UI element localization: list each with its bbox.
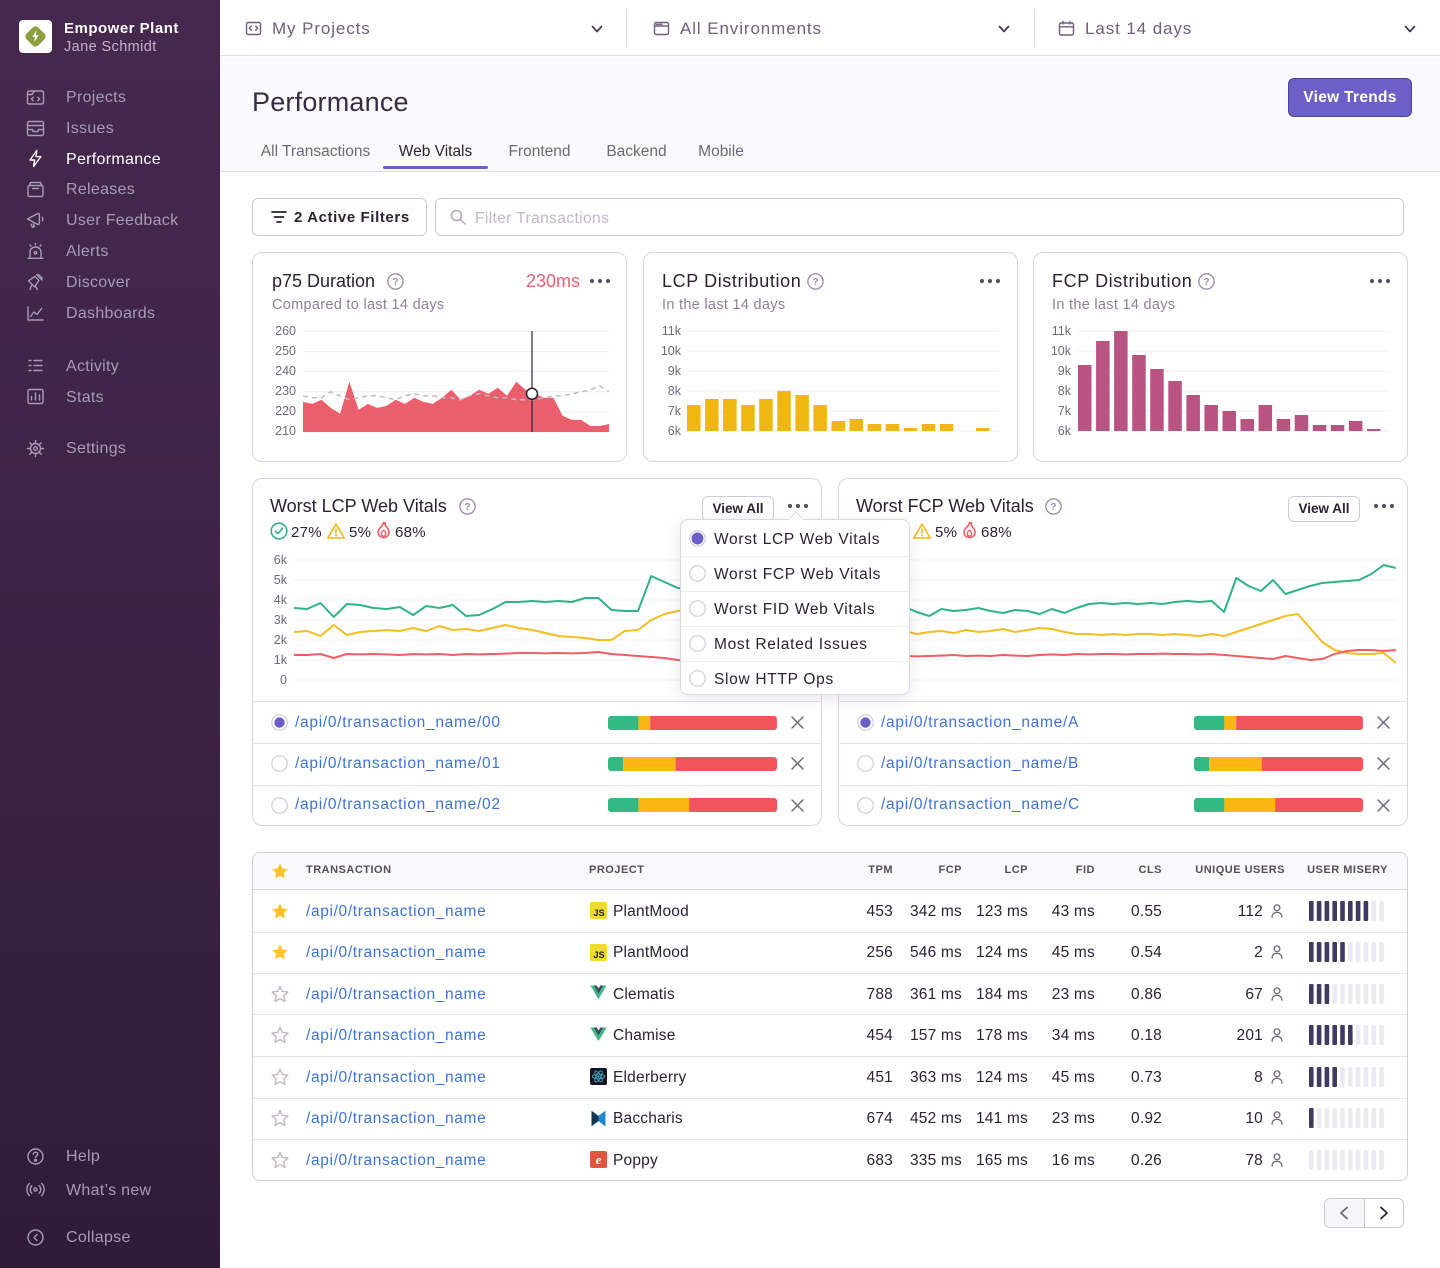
svg-text:?: ? bbox=[1050, 502, 1056, 513]
svg-text:?: ? bbox=[1203, 277, 1209, 288]
svg-text:e: e bbox=[596, 1152, 602, 1167]
svg-text:JS: JS bbox=[593, 950, 604, 960]
svg-text:?: ? bbox=[812, 277, 818, 288]
svg-text:JS: JS bbox=[593, 908, 604, 918]
svg-text:?: ? bbox=[392, 277, 398, 288]
svg-text:?: ? bbox=[464, 502, 470, 513]
